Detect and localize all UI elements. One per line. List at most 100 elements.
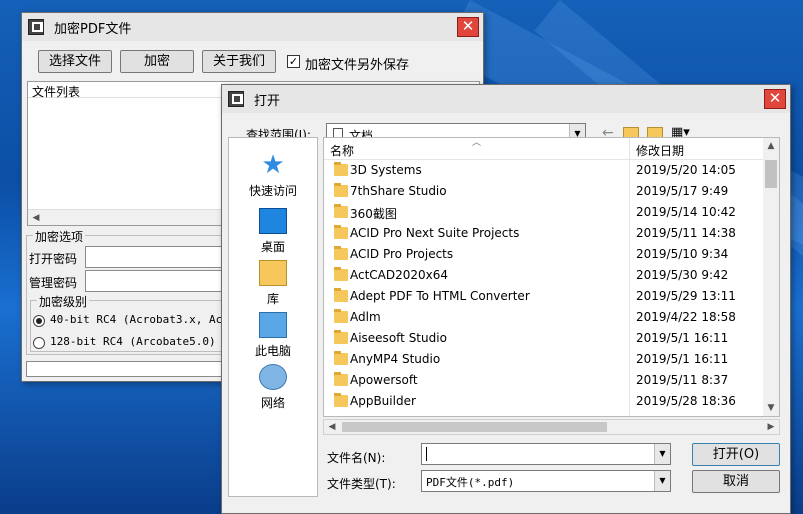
column-modified[interactable]: 修改日期 (636, 142, 684, 159)
file-date: 2019/5/17 9:49 (636, 184, 729, 198)
list-item[interactable]: ACID Pro Projects 2019/5/10 9:34 (324, 244, 763, 265)
vertical-scrollbar[interactable]: ▲ ▼ (763, 138, 779, 416)
place-this-pc[interactable]: 此电脑 (229, 312, 317, 359)
file-date: 2019/5/1 16:11 (636, 352, 729, 366)
scroll-down-icon[interactable]: ▼ (763, 400, 779, 416)
list-item[interactable]: ActCAD2020x64 2019/5/30 9:42 (324, 265, 763, 286)
list-item[interactable]: Adept PDF To HTML Converter 2019/5/29 13:… (324, 286, 763, 307)
folder-icon (334, 330, 348, 344)
manage-password-field[interactable] (85, 270, 235, 292)
file-name: ActCAD2020x64 (350, 268, 449, 282)
file-name: ACID Pro Projects (350, 247, 454, 261)
file-name: AnyMP4 Studio (350, 352, 441, 366)
filetype-select[interactable]: PDF文件(*.pdf) ▼ (421, 470, 671, 492)
level-40bit-radio[interactable] (33, 315, 45, 327)
filetype-label: 文件类型(T): (327, 477, 396, 491)
file-name: 7thShare Studio (350, 184, 447, 198)
folder-icon (334, 288, 348, 302)
file-name: Adlm (350, 310, 381, 324)
save-as-label: 加密文件另外保存 (305, 58, 410, 73)
dialog-title: 打开 (254, 93, 281, 109)
place-quick-access[interactable]: ★ 快速访问 (229, 152, 317, 199)
list-item[interactable]: Adlm 2019/4/22 18:58 (324, 307, 763, 328)
open-dialog: 打开 ✕ 查找范围(I): 文档 ▼ ← ▦▾ ★ 快速访问 桌面 库 此电脑 … (221, 84, 791, 514)
open-password-label: 打开密码 (29, 252, 78, 266)
list-item[interactable]: 360截图 2019/5/14 10:42 (324, 202, 763, 223)
chevron-down-icon[interactable]: ▼ (654, 471, 670, 491)
network-icon (259, 364, 287, 390)
file-date: 2019/5/10 9:34 (636, 247, 729, 261)
close-button[interactable]: ✕ (764, 89, 786, 109)
list-item[interactable]: 7thShare Studio 2019/5/17 9:49 (324, 181, 763, 202)
title-bar[interactable]: 打开 ✕ (222, 85, 790, 113)
folder-icon (334, 183, 348, 197)
place-label: 网络 (260, 396, 285, 410)
place-label: 桌面 (260, 240, 285, 254)
save-as-checkbox[interactable]: ✓ (287, 55, 300, 68)
file-list[interactable]: ︿ 名称 修改日期 3D Systems 2019/5/20 14:05 7thS… (323, 137, 780, 417)
list-item[interactable]: 3D Systems 2019/5/20 14:05 (324, 160, 763, 181)
scroll-thumb[interactable] (342, 422, 607, 432)
filename-label: 文件名(N): (327, 451, 386, 465)
encrypt-button[interactable]: 加密 (120, 50, 194, 73)
horizontal-scrollbar[interactable]: ◀ ▶ (323, 419, 780, 435)
place-library[interactable]: 库 (229, 260, 317, 307)
file-date: 2019/5/29 13:11 (636, 289, 736, 303)
encrypt-level-title: 加密级别 (37, 293, 90, 310)
file-name: ACID Pro Next Suite Projects (350, 226, 520, 240)
level-128bit-radio[interactable] (33, 337, 45, 349)
cancel-button[interactable]: 取消 (692, 470, 780, 493)
file-date: 2019/5/28 18:36 (636, 394, 736, 408)
file-name: 360截图 (350, 207, 397, 221)
window-title: 加密PDF文件 (54, 21, 132, 37)
column-name[interactable]: 名称 (330, 142, 354, 159)
list-item[interactable]: AppBuilder 2019/5/28 18:36 (324, 391, 763, 412)
place-label: 快速访问 (248, 184, 297, 198)
open-button[interactable]: 打开(O) (692, 443, 780, 466)
place-network[interactable]: 网络 (229, 364, 317, 411)
app-icon (28, 19, 44, 35)
list-item[interactable]: ACID Pro Next Suite Projects 2019/5/11 14… (324, 223, 763, 244)
folder-icon (334, 162, 348, 176)
folder-icon (334, 309, 348, 323)
file-name: AppBuilder (350, 394, 416, 408)
scroll-left-icon[interactable]: ◀ (28, 210, 44, 226)
level-40bit-label: 40-bit RC4 (Acrobat3.x, Acrob (50, 313, 243, 326)
folder-icon (334, 225, 348, 239)
scroll-left-icon[interactable]: ◀ (324, 419, 340, 435)
list-item[interactable]: AnyMP4 Studio 2019/5/1 16:11 (324, 349, 763, 370)
library-icon (259, 260, 287, 286)
folder-icon (334, 204, 348, 218)
open-password-field[interactable] (85, 246, 235, 268)
folder-icon (334, 246, 348, 260)
scroll-up-icon[interactable]: ▲ (763, 138, 779, 154)
title-bar[interactable]: 加密PDF文件 ✕ (22, 13, 483, 41)
chevron-down-icon[interactable]: ▼ (654, 444, 670, 464)
folder-icon (334, 372, 348, 386)
level-128bit-label: 128-bit RC4 (Arcobate5.0) (50, 335, 216, 348)
app-icon (228, 91, 244, 107)
place-label: 库 (266, 292, 279, 306)
scroll-thumb[interactable] (765, 160, 777, 188)
filename-value (426, 447, 427, 461)
encrypt-options-title: 加密选项 (33, 228, 86, 245)
close-button[interactable]: ✕ (457, 17, 479, 37)
list-item[interactable]: Apowersoft 2019/5/11 8:37 (324, 370, 763, 391)
about-button[interactable]: 关于我们 (202, 50, 276, 73)
file-name: Adept PDF To HTML Converter (350, 289, 530, 303)
file-list-header: ︿ 名称 修改日期 (324, 138, 763, 416)
select-file-button[interactable]: 选择文件 (38, 50, 112, 73)
desktop-icon (259, 208, 287, 234)
place-label: 此电脑 (254, 344, 291, 358)
file-date: 2019/5/20 14:05 (636, 163, 736, 177)
file-date: 2019/5/30 9:42 (636, 268, 729, 282)
scroll-right-icon[interactable]: ▶ (763, 419, 779, 435)
place-desktop[interactable]: 桌面 (229, 208, 317, 255)
list-item[interactable]: Aiseesoft Studio 2019/5/1 16:11 (324, 328, 763, 349)
file-date: 2019/5/14 10:42 (636, 205, 736, 219)
folder-icon (334, 351, 348, 365)
file-name: 3D Systems (350, 163, 422, 177)
file-date: 2019/4/22 18:58 (636, 310, 736, 324)
file-date: 2019/5/11 8:37 (636, 373, 729, 387)
filename-input[interactable]: ▼ (421, 443, 671, 465)
